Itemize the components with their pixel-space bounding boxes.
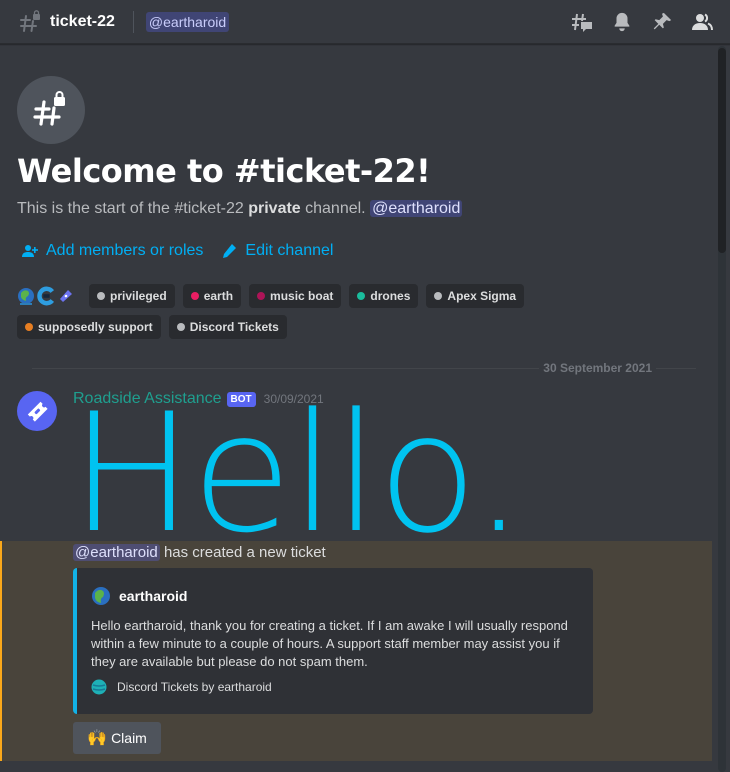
role-label: drones bbox=[370, 289, 411, 303]
role-tag[interactable]: privileged bbox=[89, 284, 175, 308]
pencil-icon bbox=[221, 243, 237, 259]
add-members-label: Add members or roles bbox=[46, 242, 204, 259]
bot-avatar[interactable] bbox=[17, 391, 57, 431]
private-channel-hash-lock-icon bbox=[17, 76, 85, 144]
role-color-dot bbox=[176, 323, 185, 331]
role-label: privileged bbox=[110, 289, 167, 303]
role-label: music boat bbox=[270, 289, 334, 303]
c-logo-avatar[interactable] bbox=[37, 285, 55, 307]
ticket-created-label: has created a new ticket bbox=[159, 544, 326, 561]
welcome-subtitle-prefix: This is the start of the #ticket-22 bbox=[17, 200, 249, 217]
date-divider-label: 30 September 2021 bbox=[543, 361, 652, 375]
divider-line bbox=[32, 367, 540, 369]
embed-footer-text: Discord Tickets by eartharoid bbox=[117, 680, 272, 694]
member-avatars bbox=[17, 285, 75, 307]
raising-hands-icon: 🙌 bbox=[87, 730, 108, 747]
channel-title: ticket-22 bbox=[50, 12, 115, 30]
role-label: Apex Sigma bbox=[447, 289, 517, 303]
role-tag[interactable]: music boat bbox=[249, 284, 342, 308]
embed-author-name[interactable]: eartharoid bbox=[119, 588, 187, 604]
private-channel-icon bbox=[18, 9, 42, 34]
claim-button[interactable]: 🙌 Claim bbox=[73, 722, 161, 754]
member-list-icon[interactable] bbox=[690, 10, 714, 34]
welcome-subtitle-suffix: channel. bbox=[300, 200, 371, 217]
discord-tickets-logo-icon bbox=[91, 679, 107, 695]
role-tag[interactable]: earth bbox=[182, 284, 242, 308]
role-color-dot bbox=[357, 292, 366, 300]
earth-globe-avatar bbox=[91, 586, 111, 606]
add-member-icon bbox=[22, 243, 38, 259]
role-label: earth bbox=[203, 289, 234, 303]
user-mention[interactable]: @eartharoid bbox=[370, 200, 463, 217]
user-mention[interactable]: @eartharoid bbox=[73, 544, 160, 561]
edit-channel-link[interactable]: Edit channel bbox=[221, 242, 333, 260]
welcome-subtitle: This is the start of the #ticket-22 priv… bbox=[17, 200, 463, 218]
role-tag[interactable]: drones bbox=[349, 284, 419, 308]
embed-description: Hello eartharoid, thank you for creating… bbox=[91, 618, 568, 669]
edit-channel-label: Edit channel bbox=[245, 242, 334, 259]
ticket-embed: eartharoid Hello eartharoid, thank you f… bbox=[73, 568, 593, 714]
date-divider: 30 September 2021 bbox=[32, 360, 696, 376]
role-tag[interactable]: Apex Sigma bbox=[426, 284, 525, 308]
role-color-dot bbox=[97, 292, 105, 300]
role-color-dot bbox=[434, 292, 443, 300]
notification-bell-icon[interactable] bbox=[610, 10, 634, 34]
welcome-title: Welcome to #ticket-22! bbox=[17, 152, 431, 190]
embed-footer: Discord Tickets by eartharoid bbox=[91, 679, 272, 695]
channel-roles-list: privileged earth music boat drones Apex … bbox=[17, 284, 657, 339]
channel-topic-mention[interactable]: @eartharoid bbox=[145, 11, 230, 32]
role-label: supposedly support bbox=[38, 320, 153, 334]
divider-line bbox=[656, 367, 696, 369]
pinned-messages-icon[interactable] bbox=[650, 10, 674, 34]
ticket-avatar[interactable] bbox=[57, 285, 75, 307]
embed-author: eartharoid bbox=[91, 586, 187, 606]
header-divider bbox=[132, 10, 134, 33]
channel-header: ticket-22 @eartharoid bbox=[0, 0, 730, 44]
claim-button-label: Claim bbox=[111, 730, 147, 746]
role-color-dot bbox=[25, 323, 33, 331]
role-color-dot bbox=[190, 292, 199, 300]
header-toolbar bbox=[570, 10, 714, 34]
role-tag[interactable]: Discord Tickets bbox=[168, 315, 287, 339]
role-color-dot bbox=[257, 292, 266, 300]
scrollbar-thumb[interactable] bbox=[718, 48, 726, 253]
welcome-actions: Add members or roles Edit channel bbox=[22, 242, 333, 260]
role-tag[interactable]: supposedly support bbox=[17, 315, 161, 339]
welcome-subtitle-bold: private bbox=[248, 200, 301, 217]
add-members-or-roles-link[interactable]: Add members or roles bbox=[22, 242, 203, 260]
earth-globe-avatar[interactable] bbox=[17, 285, 35, 307]
hello-image-text: Hello. bbox=[70, 378, 525, 569]
threads-icon[interactable] bbox=[570, 10, 594, 34]
ticket-created-text: @eartharoid has created a new ticket bbox=[73, 544, 326, 561]
role-label: Discord Tickets bbox=[189, 320, 279, 334]
